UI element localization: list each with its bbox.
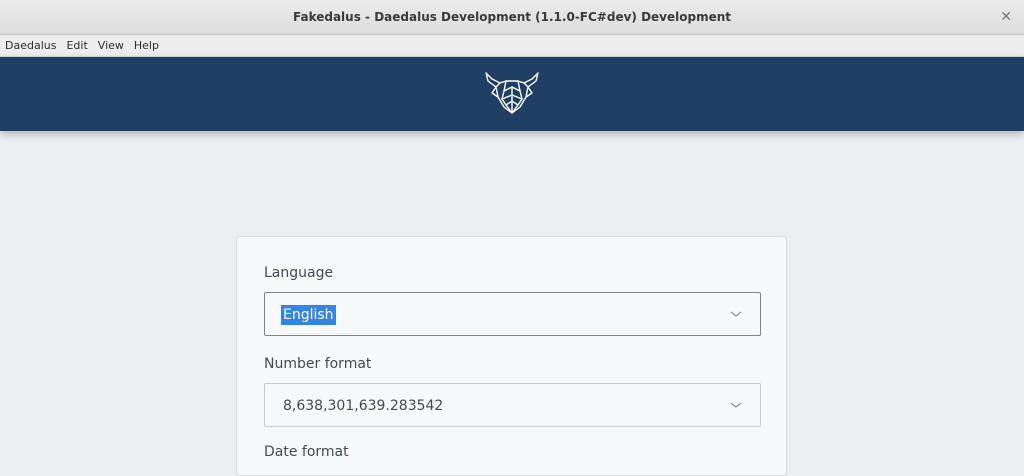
language-select[interactable]: English (264, 292, 761, 336)
date-format-label: Date format (264, 444, 349, 460)
chevron-down-icon (730, 311, 742, 317)
language-label: Language (264, 265, 334, 281)
number-format-select-value: 8,638,301,639.283542 (283, 398, 444, 414)
chevron-down-icon (730, 402, 742, 408)
language-settings-card: Language English Number format 8,638,301… (236, 236, 787, 476)
number-format-label: Number format (264, 356, 372, 372)
menu-item-help[interactable]: Help (134, 39, 159, 52)
number-format-select[interactable]: 8,638,301,639.283542 (264, 383, 761, 427)
menu-item-view[interactable]: View (98, 39, 124, 52)
daedalus-logo-icon (485, 72, 539, 114)
language-select-value: English (281, 305, 336, 325)
app-header (0, 57, 1024, 131)
menu-item-daedalus[interactable]: Daedalus (5, 39, 56, 52)
menu-bar: Daedalus Edit View Help (0, 35, 1024, 57)
window-title: Fakedalus - Daedalus Development (1.1.0-… (292, 10, 731, 24)
close-icon[interactable]: ✕ (1000, 0, 1012, 34)
menu-item-edit[interactable]: Edit (66, 39, 87, 52)
window-titlebar[interactable]: Fakedalus - Daedalus Development (1.1.0-… (0, 0, 1024, 35)
